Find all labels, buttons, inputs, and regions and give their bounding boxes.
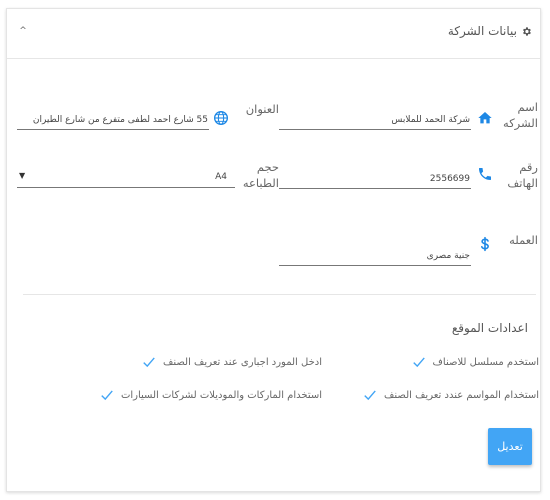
company-name-label: اسم الشركه [503,100,538,130]
print-size-value: A4 [215,172,227,182]
chevron-up-icon[interactable]: ^ [17,25,29,37]
phone-label: رقم الهاتف [507,160,538,190]
page-title: بيانات الشركة [447,24,517,38]
option-required-supplier[interactable]: ادخل المورد اجبارى عند تعريف الصنف [142,355,322,369]
option-serial-items[interactable]: استخدم مسلسل للاصناف [412,355,539,369]
print-size-label: حجم الطباعه [242,160,279,190]
gear-icon [523,26,531,36]
address-label: العنوان [245,102,279,116]
check-icon [364,390,376,401]
dollar-icon [481,236,489,252]
globe-icon [214,111,228,125]
option-car-brands[interactable]: استخدام الماركات والموديلات لشركات السيا… [100,388,322,402]
dropdown-arrow-icon: ▼ [19,171,26,180]
phone-input[interactable] [279,169,471,189]
phone-icon [479,168,491,180]
address-input[interactable] [17,110,209,130]
company-name-input[interactable] [279,110,471,130]
print-size-select[interactable]: A4 ▼ [17,168,235,188]
check-icon [143,357,155,368]
option-label: استخدام المواسم عندد تعريف الصنف [384,389,539,401]
option-label: ادخل المورد اجبارى عند تعريف الصنف [163,356,322,368]
site-settings-title: اعدادات الموقع [451,321,528,335]
card-header: بيانات الشركة ^ [7,9,540,59]
company-data-card: بيانات الشركة ^ اسم الشركه العنوان رقم ا… [6,8,541,492]
edit-button[interactable]: تعديل [488,428,532,465]
currency-label: العمله [509,233,538,247]
header-title-wrap: بيانات الشركة [448,24,532,38]
home-icon [478,112,492,124]
option-label: استخدم مسلسل للاصناف [432,356,539,368]
check-icon [412,357,425,368]
currency-input[interactable] [279,246,471,266]
section-divider [23,294,536,295]
option-seasons[interactable]: استخدام المواسم عندد تعريف الصنف [363,388,539,402]
check-icon [101,390,113,401]
option-label: استخدام الماركات والموديلات لشركات السيا… [120,389,322,401]
